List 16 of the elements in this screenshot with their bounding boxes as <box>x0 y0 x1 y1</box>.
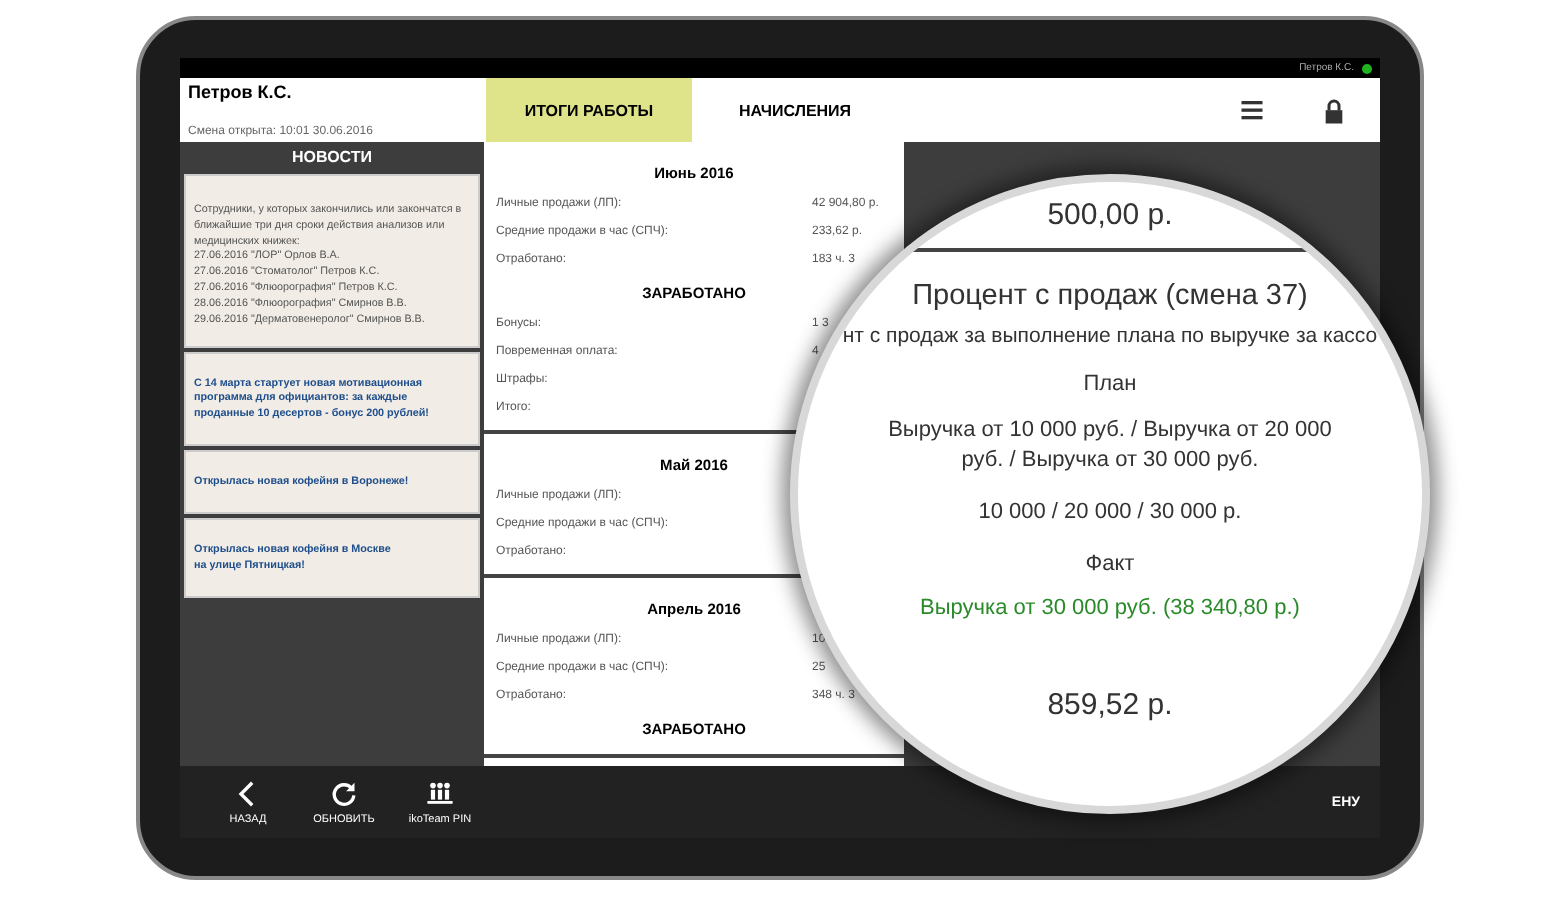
news-heading: НОВОСТИ <box>289 146 374 170</box>
bonus-title: Процент с продаж (смена 37) <box>912 280 1308 312</box>
bonus-description: нт с продаж за выполнение плана по выручке за кассо <box>842 324 1378 348</box>
people-group-icon <box>426 779 454 807</box>
plan-text: Выручка от 10 000 руб. / Выручка от 20 000 руб. / Выручка от 30 000 руб. <box>886 416 1334 477</box>
plan-values: 10 000 / 20 000 / 30 000 р. <box>976 497 1244 528</box>
fact-heading: Факт <box>1085 552 1135 577</box>
lock-icon[interactable] <box>1324 97 1344 123</box>
amount-text: 859,52 р. <box>1047 688 1173 723</box>
plan-heading: План <box>1083 372 1137 396</box>
refresh-icon <box>330 779 358 807</box>
amount-text: 500,00 р. <box>1047 198 1173 232</box>
menu-icon[interactable] <box>1240 98 1264 122</box>
fact-text: Выручка от 30 000 руб. (38 340,80 р.) <box>920 596 1300 621</box>
tab[interactable]: ИТОГИ РАБОТЫ <box>486 78 692 142</box>
user-name: Петров К.С. <box>188 82 294 102</box>
